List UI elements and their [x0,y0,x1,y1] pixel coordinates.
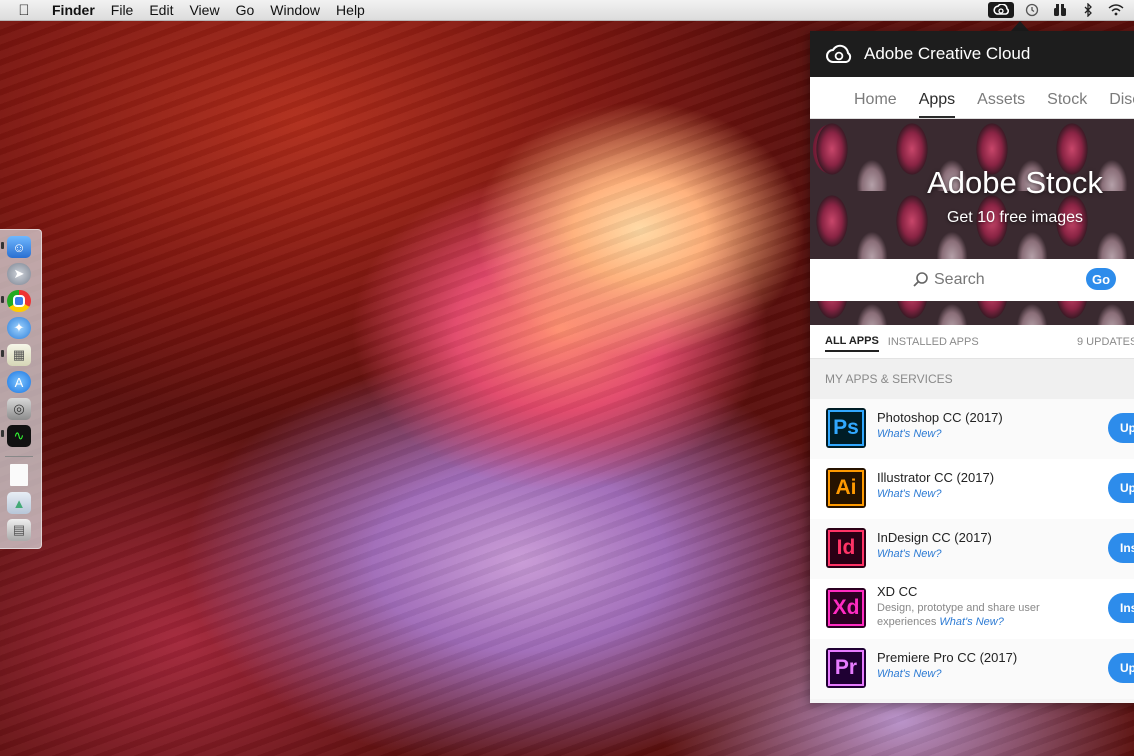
running-indicator [1,296,4,303]
app-store-icon[interactable]: A [7,371,31,393]
menu-go[interactable]: Go [236,2,255,18]
app-name: InDesign CC (2017) [877,530,992,545]
launchpad-icon[interactable]: ➤ [7,263,31,285]
update-button[interactable]: Up [1108,473,1134,503]
xd-icon-label: Xd [828,590,864,626]
whats-new-link[interactable]: What's New? [877,668,941,680]
update-button[interactable]: Up [1108,653,1134,683]
banner-subtitle: Get 10 free images [946,209,1084,226]
safari-icon[interactable]: ✦ [7,317,31,339]
creative-cloud-menu-icon[interactable] [988,2,1014,18]
whats-new-link[interactable]: What's New? [877,548,941,560]
app-row-premiere: Pr Premiere Pro CC (2017) What's New? Up [810,639,1134,699]
image-icon[interactable]: ▲ [7,492,31,514]
trash-icon[interactable]: ▤ [7,519,31,541]
tab-stock[interactable]: Stock [1047,91,1087,118]
activity-monitor-icon[interactable]: ∿ [7,425,31,447]
app-list: Ps Photoshop CC (2017) What's New? Up Ai… [810,399,1134,699]
apple-menu-icon[interactable]:  [14,2,34,19]
menu-help[interactable]: Help [336,2,365,18]
tab-assets[interactable]: Assets [977,91,1025,118]
tab-discover[interactable]: Disc [1109,91,1134,118]
menu-bar:  Finder File Edit View Go Window Help [0,0,1134,21]
whats-new-link[interactable]: What's New? [877,488,941,500]
apps-filter-bar: ALL APPS INSTALLED APPS 9 UPDATES [810,325,1134,359]
filter-all-apps[interactable]: ALL APPS [825,335,879,352]
app-row-xd: Xd XD CC Design, prototype and share use… [810,579,1134,639]
search-input[interactable]: Search [934,271,985,289]
illustrator-icon: Ai [826,468,866,508]
document-icon[interactable] [10,464,28,486]
running-indicator [1,242,4,249]
bluetooth-icon[interactable] [1078,2,1098,18]
popover-arrow [1011,21,1029,31]
whats-new-link[interactable]: What's New? [939,616,1003,628]
creative-cloud-panel: Adobe Creative Cloud Home Apps Assets St… [810,31,1134,703]
menu-finder[interactable]: Finder [52,2,95,18]
indesign-icon: Id [826,528,866,568]
dock: ☺ ➤ ✦ ▦ A ◎ ∿ ▲ ▤ [0,229,42,549]
preview-icon[interactable]: ▦ [7,344,31,366]
updates-count[interactable]: 9 UPDATES [1077,336,1134,348]
screenshot-icon[interactable]: ◎ [7,398,31,420]
tab-home[interactable]: Home [854,91,897,118]
finder-icon[interactable]: ☺ [7,236,31,258]
indesign-icon-label: Id [828,530,864,566]
illustrator-icon-label: Ai [828,470,864,506]
photoshop-icon: Ps [826,408,866,448]
xd-icon: Xd [826,588,866,628]
filter-installed-apps[interactable]: INSTALLED APPS [888,336,979,348]
app-row-indesign: Id InDesign CC (2017) What's New? Ins [810,519,1134,579]
app-description: Design, prototype and share user experie… [877,601,1057,629]
install-button[interactable]: Ins [1108,533,1134,563]
creative-cloud-logo-icon [824,39,854,69]
banner-title: Adobe Stock [927,165,1103,200]
time-machine-icon[interactable] [1022,2,1042,18]
app-name: Photoshop CC (2017) [877,410,1003,425]
menu-window[interactable]: Window [270,2,320,18]
app-name: Premiere Pro CC (2017) [877,650,1018,665]
whats-new-link[interactable]: What's New? [877,428,941,440]
chrome-icon[interactable] [7,290,31,312]
cc-title: Adobe Creative Cloud [864,44,1031,63]
running-indicator [1,430,4,437]
photoshop-icon-label: Ps [828,410,864,446]
cc-header: Adobe Creative Cloud [810,31,1134,77]
wifi-icon[interactable] [1106,2,1126,18]
binoculars-icon[interactable] [1050,2,1070,18]
app-row-photoshop: Ps Photoshop CC (2017) What's New? Up [810,399,1134,459]
premiere-icon: Pr [826,648,866,688]
install-button[interactable]: Ins [1108,593,1134,623]
stock-banner[interactable]: Adobe Stock Get 10 free images Search Go [810,119,1134,325]
app-name: XD CC [877,584,918,599]
menu-file[interactable]: File [111,2,134,18]
tab-apps[interactable]: Apps [918,91,956,118]
app-row-illustrator: Ai Illustrator CC (2017) What's New? Up [810,459,1134,519]
search-icon [912,271,930,289]
cc-tab-bar: Home Apps Assets Stock Disc [810,77,1134,119]
status-area [988,0,1134,20]
premiere-icon-label: Pr [828,650,864,686]
update-button[interactable]: Up [1108,413,1134,443]
dock-separator [5,456,33,457]
menu-edit[interactable]: Edit [149,2,173,18]
section-label: MY APPS & SERVICES [810,359,1134,399]
menu-view[interactable]: View [189,2,219,18]
running-indicator [1,350,4,357]
app-name: Illustrator CC (2017) [877,470,995,485]
stock-search-bar: Search Go [810,259,1134,301]
go-button[interactable]: Go [1086,268,1116,290]
